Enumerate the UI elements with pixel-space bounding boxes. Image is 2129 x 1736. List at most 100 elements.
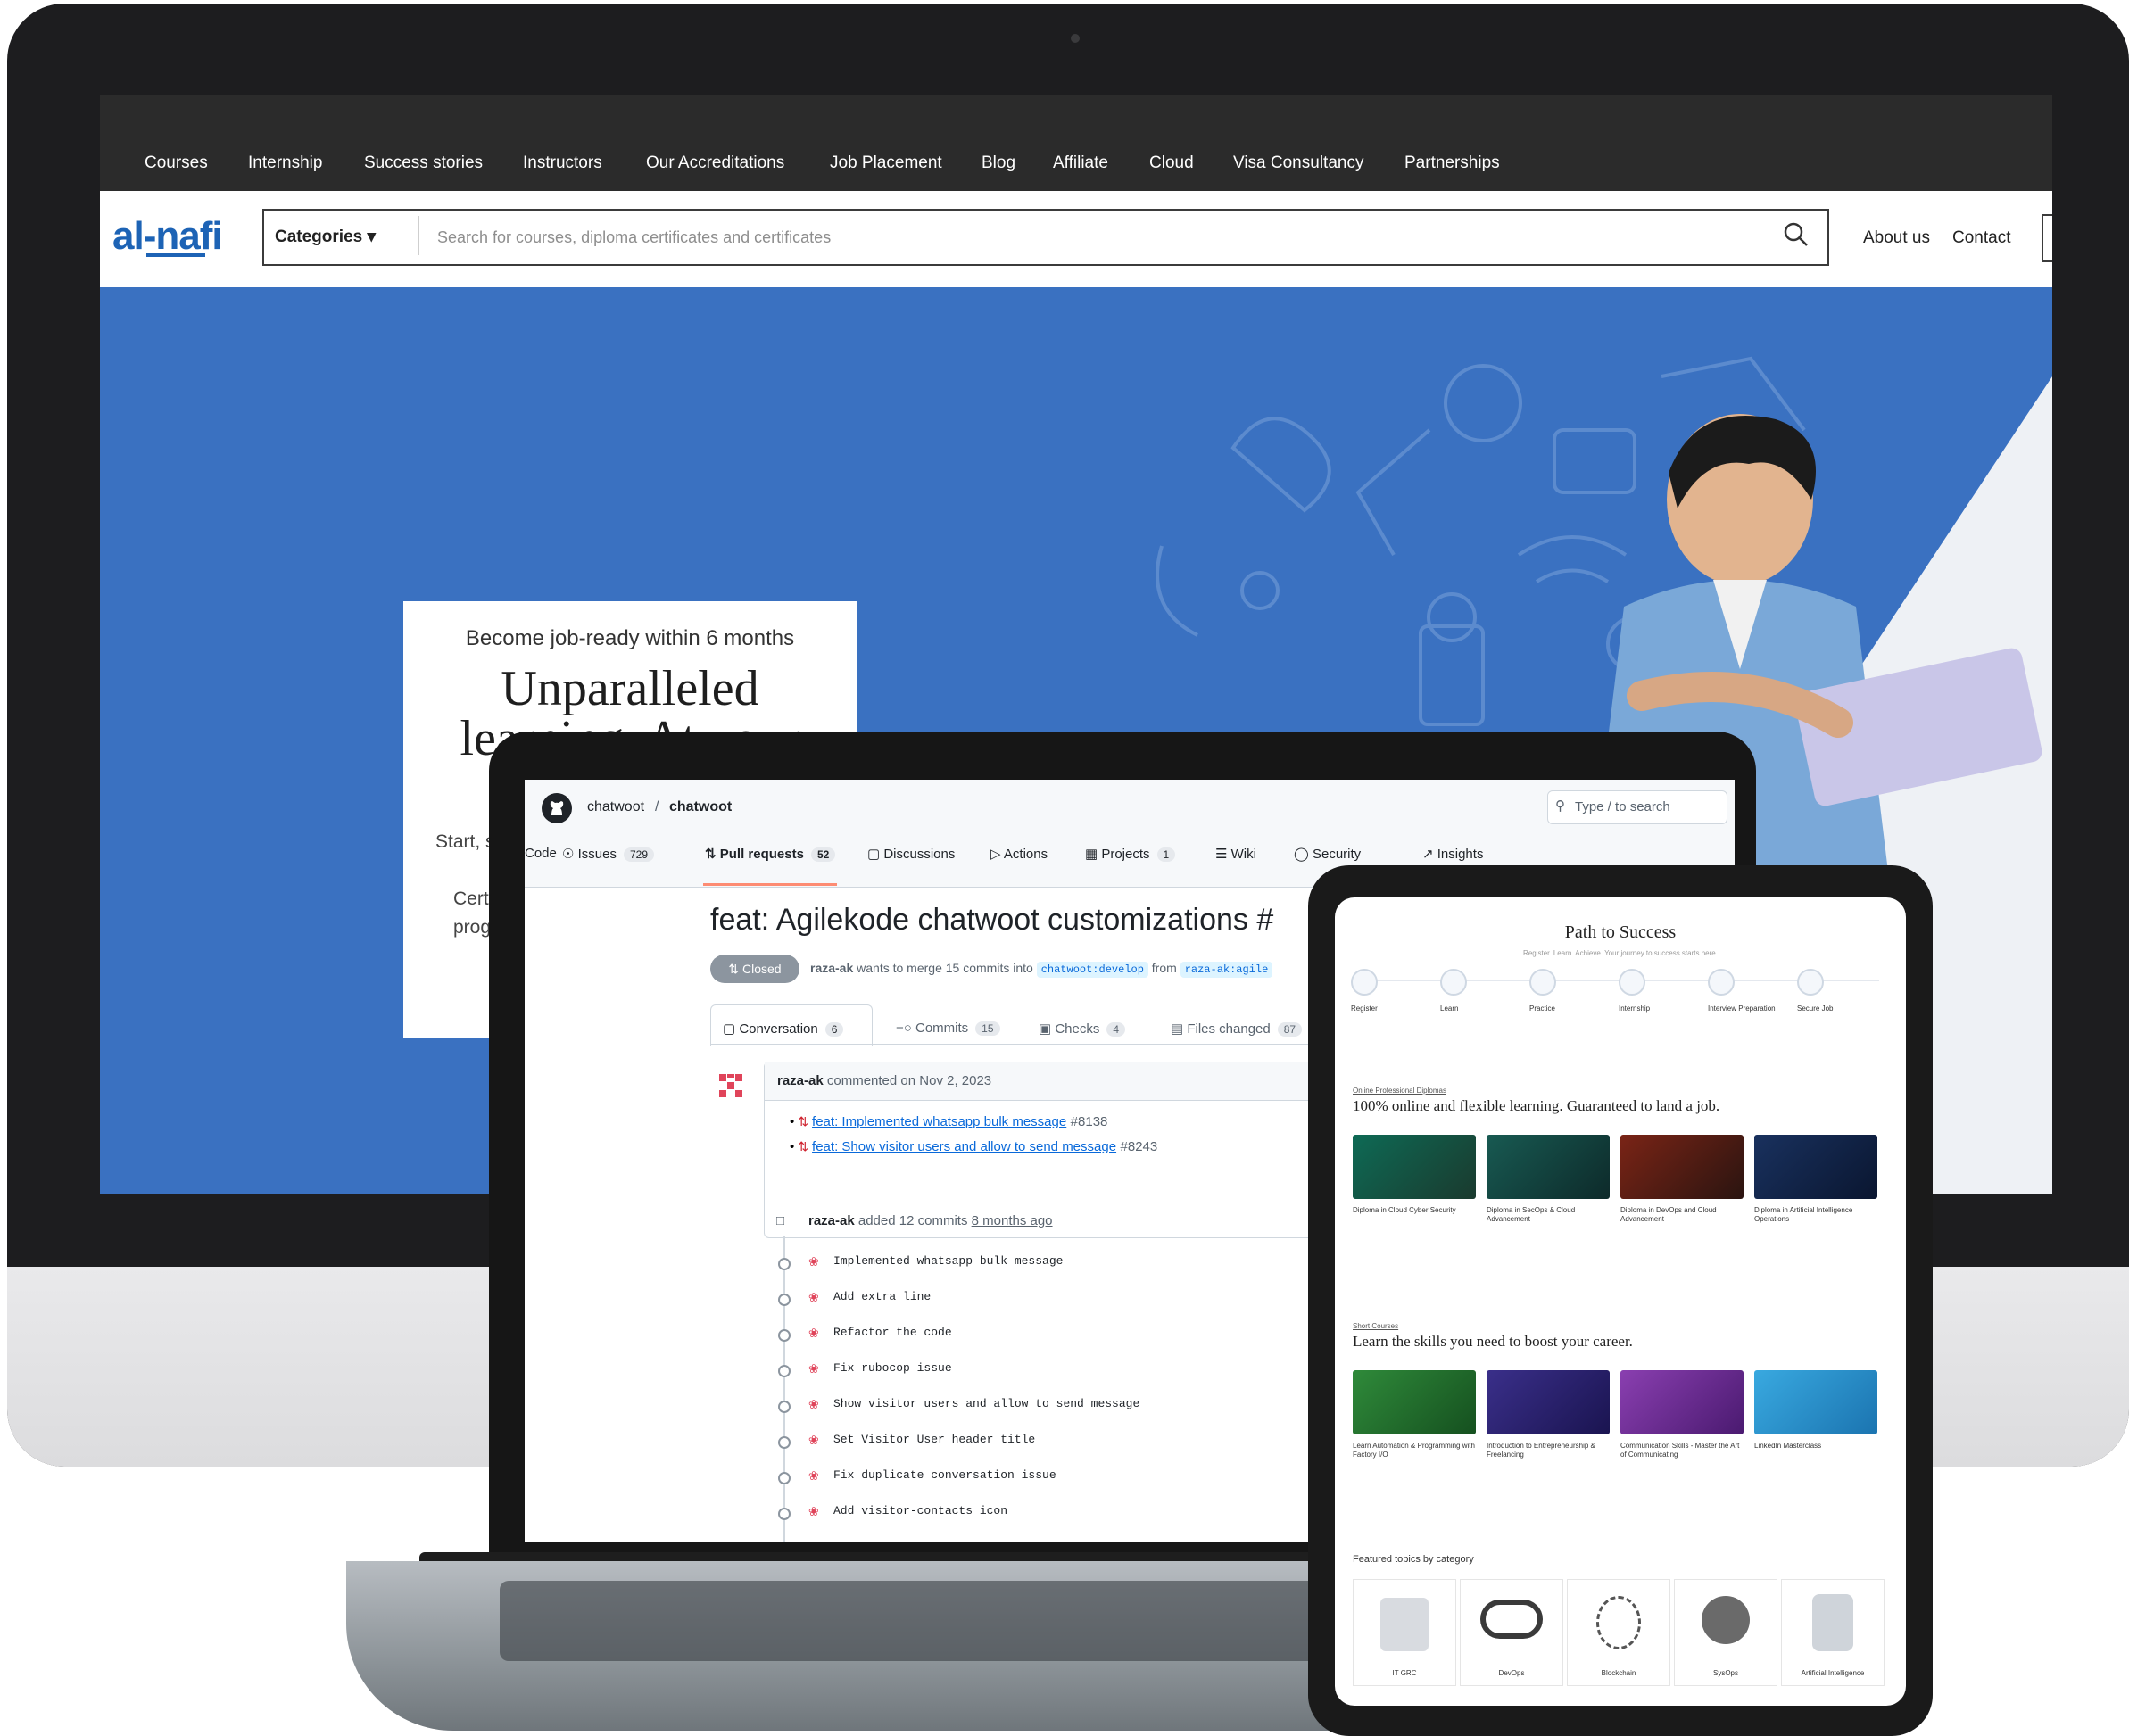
course-title[interactable]: Communication Skills - Master the Art of… <box>1620 1442 1744 1459</box>
search-icon[interactable] <box>1783 221 1810 248</box>
commit-message[interactable]: Show visitor users and allow to send mes… <box>833 1397 1139 1410</box>
reference-item: • ⇅ feat: Implemented whatsapp bulk mess… <box>790 1114 1107 1130</box>
topic-tile[interactable]: IT GRC <box>1353 1579 1456 1686</box>
tab-actions[interactable]: ▷ Actions <box>990 846 1048 862</box>
tab-conversation[interactable]: ▢ Conversation 6 <box>723 1021 844 1037</box>
step-label: Register <box>1351 1004 1378 1013</box>
course-card-image[interactable] <box>1353 1135 1476 1199</box>
tab-files-changed[interactable]: ▤ Files changed 87 <box>1171 1021 1303 1037</box>
nav-success-stories[interactable]: Success stories <box>364 153 483 173</box>
tab-wiki[interactable]: ☰ Wiki <box>1215 846 1256 862</box>
commit-message[interactable]: Refactor the code <box>833 1326 952 1339</box>
nav-internship[interactable]: Internship <box>248 153 322 173</box>
it-grc-icon <box>1380 1598 1429 1651</box>
reference-link[interactable]: feat: Show visitor users and allow to se… <box>812 1139 1116 1154</box>
topic-tile[interactable]: Artificial Intelligence <box>1781 1579 1885 1686</box>
alnafi-logo[interactable]: al-nafi <box>112 214 223 259</box>
course-title[interactable]: Introduction to Entrepreneurship & Freel… <box>1487 1442 1610 1459</box>
search-input[interactable]: Search for courses, diploma certificates… <box>437 228 831 247</box>
course-card-image[interactable] <box>1487 1135 1610 1199</box>
course-title[interactable]: Diploma in SecOps & Cloud Advancement <box>1487 1206 1610 1224</box>
tab-discussions[interactable]: ▢ Discussions <box>867 846 955 862</box>
tab-pull-requests[interactable]: ⇅ Pull requests 52 <box>705 846 836 862</box>
nav-courses[interactable]: Courses <box>145 153 208 173</box>
course-title[interactable]: LinkedIn Masterclass <box>1754 1442 1877 1451</box>
course-title[interactable]: Diploma in DevOps and Cloud Advancement <box>1620 1206 1744 1224</box>
course-card-image[interactable] <box>1754 1135 1877 1199</box>
course-card-image[interactable] <box>1620 1370 1744 1434</box>
commit-dot-icon <box>778 1401 791 1413</box>
nav-partnerships[interactable]: Partnerships <box>1404 153 1500 173</box>
nav-instructors[interactable]: Instructors <box>523 153 602 173</box>
path-to-success-subtitle: Register. Learn. Achieve. Your journey t… <box>1523 949 1718 957</box>
reference-number[interactable]: #8243 <box>1121 1139 1158 1154</box>
breadcrumb-separator: / <box>655 799 659 814</box>
github-search-input[interactable]: ⚲ Type / to search <box>1547 790 1727 824</box>
course-card-image[interactable] <box>1353 1370 1476 1434</box>
course-title[interactable]: Learn Automation & Programming with Fact… <box>1353 1442 1476 1459</box>
nav-affiliate[interactable]: Affiliate <box>1053 153 1108 173</box>
event-author[interactable]: raza-ak <box>808 1213 855 1228</box>
bullet: • <box>790 1139 799 1154</box>
contact-link[interactable]: Contact <box>1952 228 2010 248</box>
about-link[interactable]: About us <box>1863 228 1930 248</box>
tab-projects[interactable]: ▦ Projects 1 <box>1085 846 1176 862</box>
topic-tile[interactable]: SysOps <box>1674 1579 1777 1686</box>
commit-message[interactable]: Add visitor-contacts icon <box>833 1504 1007 1517</box>
topic-tile[interactable]: DevOps <box>1460 1579 1563 1686</box>
pull-request-icon: ⇅ <box>705 847 720 862</box>
diplomas-kicker[interactable]: Online Professional Diplomas <box>1353 1087 1446 1095</box>
tab-label: Discussions <box>883 847 956 862</box>
pr-author[interactable]: raza-ak <box>810 961 853 975</box>
head-branch[interactable]: raza-ak:agile <box>1180 962 1273 978</box>
course-title[interactable]: Diploma in Artificial Intelligence Opera… <box>1754 1206 1877 1224</box>
reference-number[interactable]: #8138 <box>1071 1114 1108 1129</box>
course-card-image[interactable] <box>1487 1370 1610 1434</box>
tab-issues[interactable]: ☉ Issues 729 <box>562 846 655 862</box>
nav-cloud[interactable]: Cloud <box>1149 153 1194 173</box>
comment-author[interactable]: raza-ak <box>777 1073 824 1088</box>
tab-security[interactable]: ◯ Security <box>1294 846 1361 862</box>
tab-checks[interactable]: ▣ Checks 4 <box>1039 1021 1126 1037</box>
tab-count: 729 <box>623 847 655 862</box>
file-diff-icon: ▤ <box>1171 1021 1188 1037</box>
breadcrumb-repo[interactable]: chatwoot <box>669 799 732 815</box>
event-time[interactable]: 8 months ago <box>972 1213 1053 1228</box>
categories-label: Categories <box>275 227 363 246</box>
topic-tile[interactable]: Blockchain <box>1567 1579 1670 1686</box>
interview-icon <box>1708 969 1735 996</box>
event-text: added 12 commits <box>857 1213 968 1228</box>
header-cutoff-button[interactable] <box>2042 214 2052 262</box>
tab-label: Actions <box>1003 847 1048 862</box>
nav-visa-consultancy[interactable]: Visa Consultancy <box>1233 153 1363 173</box>
tablet-screen: Path to Success Register. Learn. Achieve… <box>1335 897 1906 1706</box>
commit-group-icon: □ <box>776 1213 785 1228</box>
course-card-image[interactable] <box>1754 1370 1877 1434</box>
commit-message[interactable]: Implemented whatsapp bulk message <box>833 1254 1063 1268</box>
ai-lightbulb-icon <box>1812 1594 1853 1651</box>
commit-message[interactable]: Fix duplicate conversation issue <box>833 1468 1056 1482</box>
short-courses-kicker[interactable]: Short Courses <box>1353 1322 1398 1330</box>
tab-insights[interactable]: ↗ Insights <box>1422 846 1483 862</box>
tab-commits[interactable]: −○ Commits 15 <box>896 1021 1000 1036</box>
nav-job-placement[interactable]: Job Placement <box>830 153 942 173</box>
step-label: Learn <box>1440 1004 1459 1013</box>
commit-avatar: ❀ <box>808 1290 819 1304</box>
commit-message[interactable]: Fix rubocop issue <box>833 1361 952 1375</box>
bullet: • <box>790 1114 799 1129</box>
tab-code[interactable]: Code <box>525 846 557 861</box>
course-card-image[interactable] <box>1620 1135 1744 1199</box>
commit-message[interactable]: Set Visitor User header title <box>833 1433 1035 1446</box>
breadcrumb-org[interactable]: chatwoot <box>587 799 644 815</box>
reference-link[interactable]: feat: Implemented whatsapp bulk message <box>812 1114 1066 1129</box>
hero-eyebrow: Become job-ready within 6 months <box>465 626 795 650</box>
commit-message[interactable]: Add extra line <box>833 1290 931 1303</box>
github-logo-icon[interactable] <box>541 792 573 824</box>
tab-count: 15 <box>975 1021 1000 1036</box>
nav-blog[interactable]: Blog <box>982 153 1015 173</box>
course-title[interactable]: Diploma in Cloud Cyber Security <box>1353 1206 1476 1215</box>
nav-accreditations[interactable]: Our Accreditations <box>646 153 784 173</box>
user-avatar[interactable] <box>712 1067 750 1104</box>
base-branch[interactable]: chatwoot:develop <box>1036 962 1148 978</box>
categories-button[interactable]: Categories ▾ <box>275 227 376 247</box>
